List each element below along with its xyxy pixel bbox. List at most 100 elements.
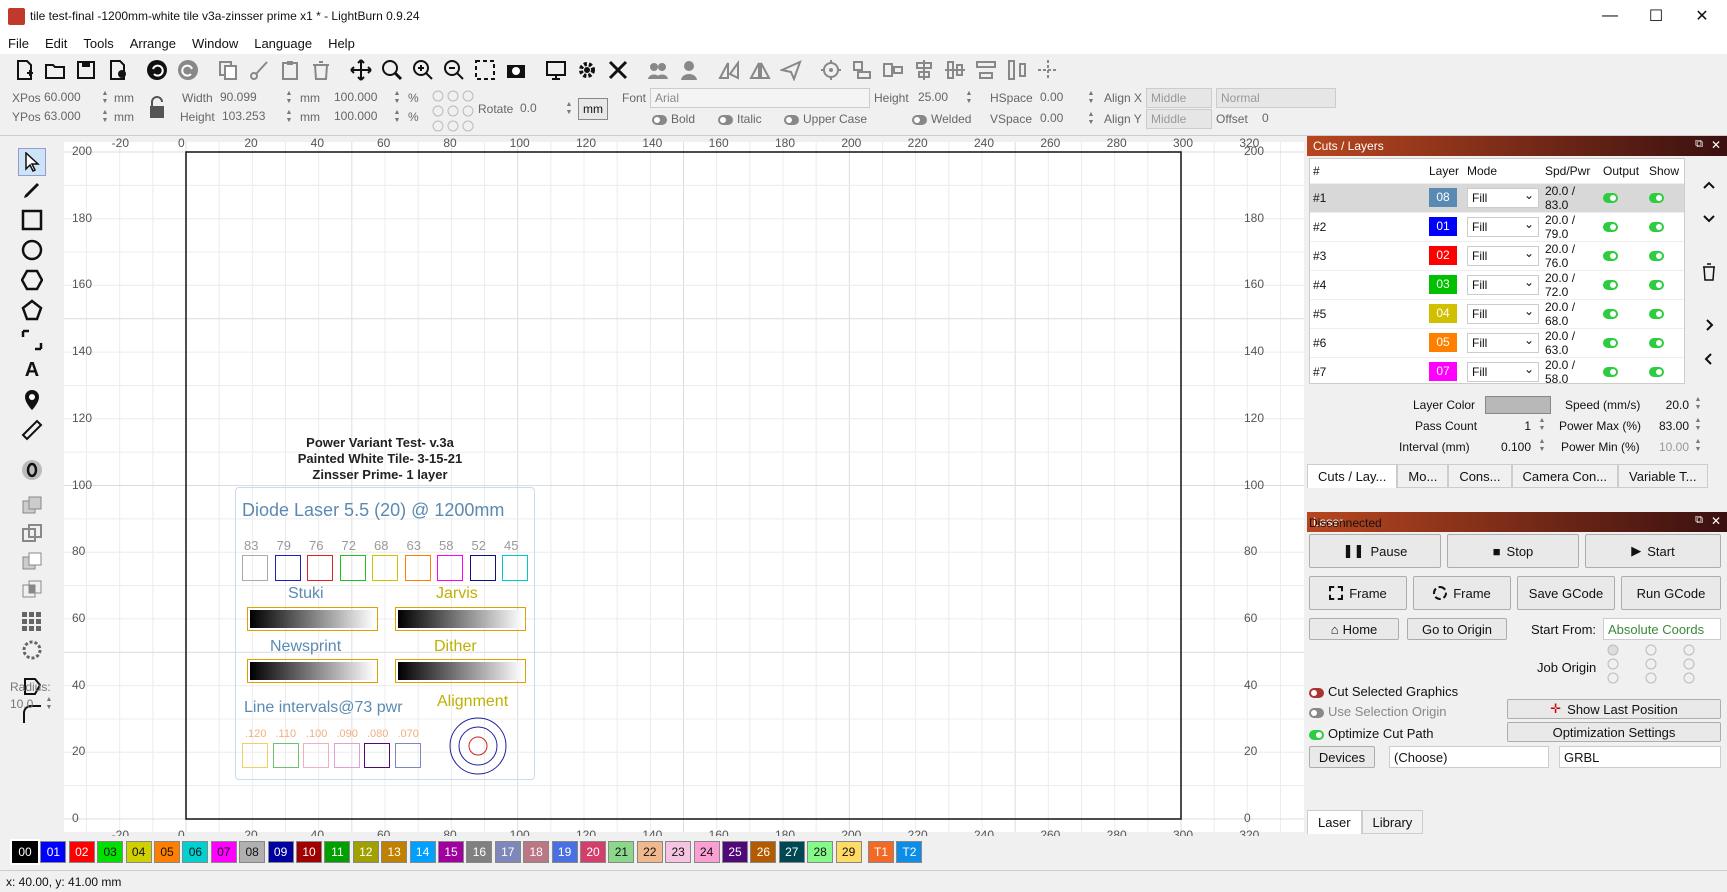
cut-layer-cell[interactable]: 04: [1426, 299, 1464, 329]
interval-spinner[interactable]: ▲ ▼: [1537, 436, 1547, 456]
text-tool-icon[interactable]: A: [18, 356, 46, 384]
cut-mode-cell[interactable]: Fill: [1464, 299, 1542, 329]
pause-button[interactable]: ❚❚ Pause: [1309, 534, 1441, 568]
move-laser-icon[interactable]: [1034, 56, 1062, 84]
cut-layer-cell[interactable]: 07: [1426, 357, 1464, 383]
mode-select[interactable]: Fill: [1467, 216, 1539, 237]
stop-button[interactable]: ■ Stop: [1447, 534, 1579, 568]
ungroup-icon[interactable]: [675, 56, 703, 84]
palette-swatch-T1[interactable]: T1: [868, 841, 894, 863]
interval-field[interactable]: 0.100: [1487, 440, 1531, 454]
zoom-out-icon[interactable]: [440, 56, 468, 84]
vspace-spinner[interactable]: ▲ ▼: [1086, 109, 1096, 129]
position-pin-icon[interactable]: [18, 386, 46, 414]
job-origin-grid[interactable]: [1603, 644, 1721, 684]
palette-swatch-06[interactable]: 06: [182, 841, 209, 863]
palette-swatch-16[interactable]: 16: [466, 841, 493, 863]
mirror-icon[interactable]: [746, 56, 774, 84]
palette-swatch-17[interactable]: 17: [494, 841, 521, 863]
menu-language[interactable]: Language: [246, 36, 320, 51]
cut-layer-cell[interactable]: 01: [1426, 212, 1464, 242]
palette-swatch-15[interactable]: 15: [438, 841, 464, 863]
undo-icon[interactable]: [143, 56, 171, 84]
grid-array-icon[interactable]: [18, 608, 46, 636]
device-select[interactable]: (Choose): [1389, 746, 1549, 768]
cut-selected-toggle[interactable]: Cut Selected Graphics: [1309, 684, 1458, 699]
menu-tools[interactable]: Tools: [75, 36, 121, 51]
distribute-h-icon[interactable]: [972, 56, 1000, 84]
power-min-spinner[interactable]: ▲ ▼: [1693, 436, 1703, 456]
tab-cuts-layers[interactable]: Cuts / Lay...: [1307, 464, 1398, 488]
offset-tool-icon[interactable]: [18, 456, 46, 484]
show-toggle[interactable]: [1646, 212, 1684, 242]
text-mode-select[interactable]: Normal: [1216, 88, 1336, 108]
font-height-field[interactable]: 25.00: [914, 88, 964, 108]
optimize-toggle[interactable]: Optimize Cut Path: [1309, 726, 1434, 741]
italic-toggle[interactable]: Italic: [718, 112, 762, 126]
home-button[interactable]: ⌂ Home: [1309, 618, 1399, 640]
align-y-select[interactable]: Middle: [1146, 109, 1212, 129]
welded-toggle[interactable]: Welded: [912, 112, 971, 126]
align-horizontal-icon[interactable]: [941, 56, 969, 84]
radius-spinner[interactable]: ▲ ▼: [44, 694, 54, 714]
menu-window[interactable]: Window: [184, 36, 246, 51]
distribute-v-icon[interactable]: [1003, 56, 1031, 84]
laser-close-icon[interactable]: ✕: [1711, 514, 1721, 528]
palette-swatch-22[interactable]: 22: [636, 841, 663, 863]
lock-icon[interactable]: [148, 96, 166, 120]
cut-layer-row[interactable]: #2 01 Fill 20.0 / 79.0: [1310, 212, 1684, 242]
palette-swatch-07[interactable]: 07: [210, 841, 237, 863]
cut-mode-cell[interactable]: Fill: [1464, 183, 1542, 213]
output-toggle[interactable]: [1600, 270, 1646, 300]
palette-swatch-19[interactable]: 19: [551, 841, 578, 863]
menu-arrange[interactable]: Arrange: [122, 36, 184, 51]
palette-swatch-25[interactable]: 25: [722, 841, 748, 863]
show-toggle[interactable]: [1646, 183, 1684, 213]
palette-swatch-27[interactable]: 27: [778, 841, 805, 863]
rectangle-tool-icon[interactable]: [18, 206, 46, 234]
palette-swatch-11[interactable]: 11: [324, 841, 351, 863]
intersect-icon[interactable]: [18, 576, 46, 604]
layer-color-swatch[interactable]: [1485, 396, 1551, 414]
move-icon[interactable]: [347, 56, 375, 84]
show-toggle[interactable]: [1646, 241, 1684, 271]
scale-height-field[interactable]: 100.000: [330, 107, 390, 127]
scale-height-spinner[interactable]: ▲ ▼: [392, 107, 402, 127]
expand-icon[interactable]: [1695, 314, 1723, 336]
cut-layer-cell[interactable]: 08: [1426, 183, 1464, 213]
copy-icon[interactable]: [214, 56, 242, 84]
cut-layer-cell[interactable]: 05: [1426, 328, 1464, 358]
unit-mm-button[interactable]: mm: [578, 98, 608, 120]
send-icon[interactable]: [777, 56, 805, 84]
hspace-field[interactable]: 0.00: [1036, 88, 1086, 108]
paste-icon[interactable]: [276, 56, 304, 84]
maximize-icon[interactable]: ☐: [1633, 0, 1679, 32]
edit-nodes-icon[interactable]: [18, 296, 46, 324]
output-toggle[interactable]: [1600, 212, 1646, 242]
ellipse-tool-icon[interactable]: [18, 236, 46, 264]
rotate-spinner[interactable]: ▲ ▼: [564, 99, 574, 119]
new-file-icon[interactable]: [10, 56, 38, 84]
show-toggle[interactable]: [1646, 328, 1684, 358]
mode-select[interactable]: Fill: [1467, 303, 1539, 324]
cut-mode-cell[interactable]: Fill: [1464, 212, 1542, 242]
go-to-origin-button[interactable]: Go to Origin: [1407, 618, 1507, 640]
output-toggle[interactable]: [1600, 328, 1646, 358]
redo-icon[interactable]: [174, 56, 202, 84]
undock-icon[interactable]: ⧉: [1695, 138, 1703, 151]
cut-layer-row[interactable]: #6 05 Fill 20.0 / 63.0: [1310, 328, 1684, 358]
output-toggle[interactable]: [1600, 241, 1646, 271]
power-max-field[interactable]: 83.00: [1649, 419, 1689, 433]
vspace-field[interactable]: 0.00: [1036, 109, 1086, 129]
rotate-field[interactable]: 0.0: [516, 99, 562, 119]
camera-icon[interactable]: [502, 56, 530, 84]
palette-swatch-04[interactable]: 04: [125, 841, 152, 863]
output-toggle[interactable]: [1600, 299, 1646, 329]
palette-swatch-05[interactable]: 05: [154, 841, 180, 863]
cut-layer-row[interactable]: #7 07 Fill 20.0 / 58.0: [1310, 357, 1684, 383]
tab-move[interactable]: Mo...: [1397, 464, 1449, 488]
union-icon[interactable]: [18, 520, 46, 548]
palette-swatch-08[interactable]: 08: [239, 841, 266, 863]
pen-tool-icon[interactable]: [18, 176, 46, 204]
show-toggle[interactable]: [1646, 270, 1684, 300]
